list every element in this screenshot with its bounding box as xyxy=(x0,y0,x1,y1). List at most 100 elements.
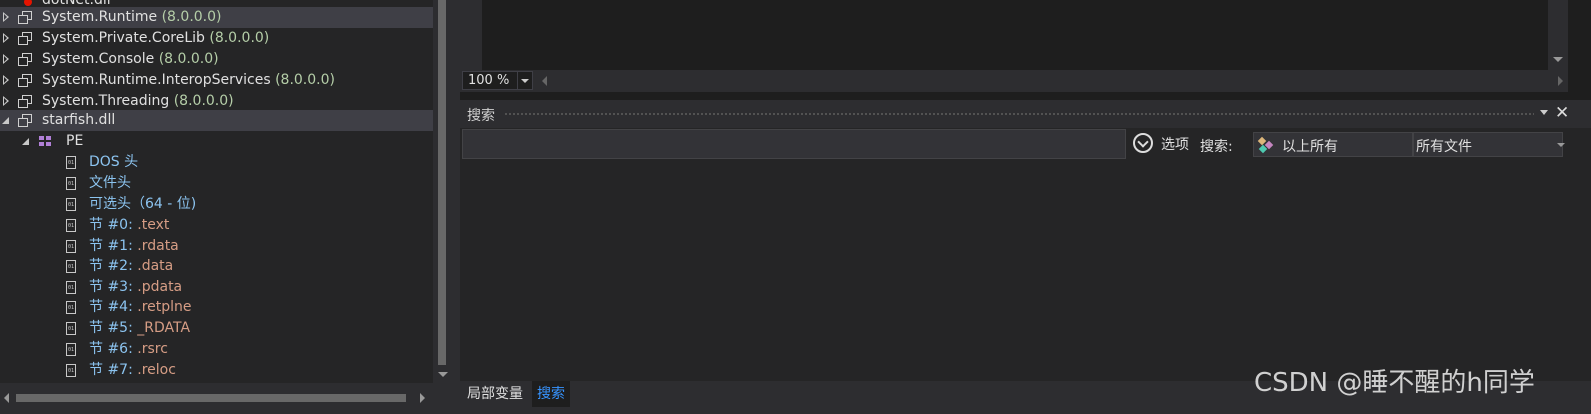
search-input[interactable] xyxy=(462,129,1126,159)
tree-item-section[interactable]: 节 #3: .pdata xyxy=(0,277,433,298)
section-name: _RDATA xyxy=(137,320,191,336)
tree-item-file-header[interactable]: 文件头 xyxy=(0,173,433,194)
tree-item-section[interactable]: 节 #2: .data xyxy=(0,256,433,277)
assembly-version: (8.0.0.0) xyxy=(161,9,222,25)
scroll-left-icon[interactable] xyxy=(4,393,9,403)
expand-arrow-icon[interactable] xyxy=(3,96,9,106)
error-assembly-icon xyxy=(16,0,32,6)
section-name: .retplne xyxy=(137,299,192,315)
assembly-reference-icon xyxy=(18,74,32,87)
tree-vertical-scrollbar[interactable] xyxy=(433,0,452,383)
binary-file-icon xyxy=(66,240,76,253)
tree-item-section[interactable]: 节 #7: .reloc xyxy=(0,360,433,381)
search-type-select[interactable]: 所有文件 xyxy=(1413,132,1563,157)
zoom-value[interactable]: 100 % xyxy=(468,72,509,90)
tree-item-section[interactable]: 节 #6: .rsrc xyxy=(0,339,433,360)
tree-item-system-threading[interactable]: System.Threading (8.0.0.0) xyxy=(0,91,433,112)
search-title-bar[interactable]: 搜索 ✕ xyxy=(460,100,1591,128)
search-scope-select[interactable]: 以上所有 xyxy=(1253,132,1413,157)
editor-area: 100 % xyxy=(460,0,1591,92)
section-name: .reloc xyxy=(137,362,176,378)
assembly-tree: dotNet.dll System.Runtime (8.0.0.0) Syst… xyxy=(0,0,433,383)
section-prefix: 节 #0: xyxy=(89,217,133,233)
assembly-version: (8.0.0.0) xyxy=(275,72,335,88)
expand-arrow-icon[interactable] xyxy=(3,33,9,43)
editor-bottom-bar: 100 % xyxy=(460,70,1568,92)
tree-item-system-console[interactable]: System.Console (8.0.0.0) xyxy=(0,49,433,70)
tree-item-label: PE xyxy=(66,133,84,149)
binary-file-icon xyxy=(66,219,76,232)
chevron-circle-down-icon xyxy=(1133,133,1153,153)
tree-item-system-runtime-interopservices[interactable]: System.Runtime.InteropServices (8.0.0.0) xyxy=(0,70,433,91)
options-label: 选项 xyxy=(1161,137,1189,153)
section-prefix: 节 #4: xyxy=(89,299,133,315)
tree-item-optional-header[interactable]: 可选头（64 - 位) xyxy=(0,194,433,215)
binary-file-icon xyxy=(66,260,76,273)
collapse-arrow-icon[interactable] xyxy=(2,117,9,124)
tab-locals[interactable]: 局部变量 xyxy=(462,381,528,407)
assembly-name: System.Console xyxy=(42,51,155,67)
tab-search[interactable]: 搜索 xyxy=(532,381,570,407)
pe-module-icon xyxy=(39,136,53,148)
assembly-version: (8.0.0.0) xyxy=(158,51,219,67)
tree-item-section[interactable]: 节 #1: .rdata xyxy=(0,236,433,257)
window-menu-icon[interactable] xyxy=(1540,110,1548,115)
scrollbar-corner xyxy=(433,383,452,414)
tree-item-system-private-corelib[interactable]: System.Private.CoreLib (8.0.0.0) xyxy=(0,28,433,49)
tree-item-dos-header[interactable]: DOS 头 xyxy=(0,152,433,173)
binary-file-icon xyxy=(66,301,76,314)
tree-item-system-runtime[interactable]: System.Runtime (8.0.0.0) xyxy=(0,7,433,28)
binary-file-icon xyxy=(66,198,76,211)
section-prefix: 节 #2: xyxy=(89,258,133,274)
assembly-reference-icon xyxy=(18,95,32,108)
panel-title: 搜索 xyxy=(467,108,495,124)
tree-item-pe[interactable]: PE xyxy=(0,131,433,152)
search-scope-label: 搜索: xyxy=(1200,139,1233,155)
scroll-left-icon[interactable] xyxy=(542,76,547,86)
scroll-down-icon[interactable] xyxy=(1553,57,1563,62)
expand-arrow-icon[interactable] xyxy=(3,12,9,22)
scroll-right-icon[interactable] xyxy=(420,393,425,403)
assembly-name: System.Runtime.InteropServices xyxy=(42,72,271,88)
tree-item-label: 文件头 xyxy=(89,175,131,191)
assembly-name: starfish.dll xyxy=(42,112,116,128)
section-name: .data xyxy=(137,258,174,274)
panel-splitter[interactable] xyxy=(452,0,460,414)
editor-margin xyxy=(460,0,482,70)
tree-item-label: DOS 头 xyxy=(89,154,139,170)
search-type-value: 所有文件 xyxy=(1416,139,1472,155)
scrollbar-thumb[interactable] xyxy=(16,394,406,402)
section-prefix: 节 #7: xyxy=(89,362,133,378)
section-prefix: 节 #6: xyxy=(89,341,133,357)
tree-item-section[interactable]: 节 #5: _RDATA xyxy=(0,318,433,339)
scrollbar-thumb[interactable] xyxy=(438,0,446,365)
scroll-right-icon[interactable] xyxy=(1558,76,1563,86)
scope-icon xyxy=(1257,136,1274,154)
editor-vertical-scrollbar[interactable] xyxy=(1548,0,1568,70)
tree-item-section[interactable]: 节 #4: .retplne xyxy=(0,297,433,318)
chevron-down-icon xyxy=(521,79,529,83)
assembly-name: System.Threading xyxy=(42,93,170,109)
close-icon[interactable]: ✕ xyxy=(1555,103,1569,123)
scroll-down-icon[interactable] xyxy=(438,372,448,377)
section-prefix: 节 #1: xyxy=(89,238,133,254)
binary-file-icon xyxy=(66,156,76,169)
section-name: .pdata xyxy=(137,279,183,295)
tree-item-section[interactable]: 节 #0: .text xyxy=(0,215,433,236)
tree-horizontal-scrollbar[interactable] xyxy=(0,383,433,414)
assembly-reference-icon xyxy=(18,11,32,24)
zoom-combobox[interactable]: 100 % xyxy=(462,71,533,90)
drag-grip[interactable] xyxy=(504,112,1534,117)
zoom-dropdown-button[interactable] xyxy=(517,72,532,89)
tree-item-starfish-dll[interactable]: starfish.dll xyxy=(0,110,433,131)
section-name: .text xyxy=(137,217,170,233)
collapse-arrow-icon[interactable] xyxy=(22,138,29,145)
binary-file-icon xyxy=(66,322,76,335)
expand-arrow-icon[interactable] xyxy=(3,75,9,85)
binary-file-icon xyxy=(66,364,76,377)
assembly-reference-icon xyxy=(18,32,32,45)
assembly-name: System.Runtime xyxy=(42,9,158,25)
binary-file-icon xyxy=(66,177,76,190)
assembly-icon xyxy=(18,114,32,127)
expand-arrow-icon[interactable] xyxy=(3,54,9,64)
